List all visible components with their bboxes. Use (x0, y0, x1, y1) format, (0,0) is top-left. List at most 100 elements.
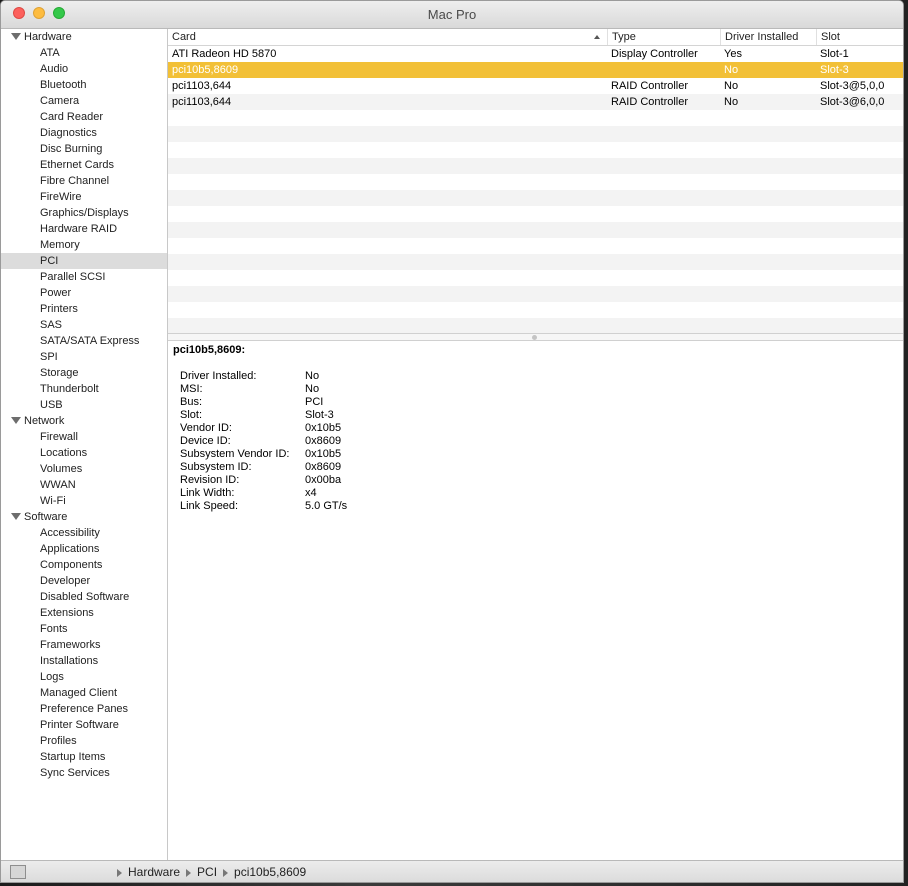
disclosure-triangle-icon[interactable] (11, 417, 21, 424)
sidebar-item-ethernet-cards[interactable]: Ethernet Cards (1, 157, 167, 173)
sidebar-item-printers[interactable]: Printers (1, 301, 167, 317)
empty-table-row (168, 190, 903, 206)
sidebar-item-spi[interactable]: SPI (1, 349, 167, 365)
sidebar-item-ata[interactable]: ATA (1, 45, 167, 61)
sidebar-item-power[interactable]: Power (1, 285, 167, 301)
sidebar-item-firewire[interactable]: FireWire (1, 189, 167, 205)
sidebar-toggle-icon[interactable] (10, 865, 26, 879)
property-row-revision-id: Revision ID: 0x00ba (180, 474, 347, 487)
split-view-divider[interactable] (168, 333, 903, 341)
property-key: Subsystem Vendor ID: (180, 448, 290, 460)
column-header-slot[interactable]: Slot (816, 29, 903, 45)
property-value: x4 (305, 487, 317, 499)
property-row-device-id: Device ID: 0x8609 (180, 435, 347, 448)
table-row[interactable]: pci1103,644 RAID Controller No Slot-3@5,0,0 (168, 78, 903, 94)
sidebar-item-printer-software[interactable]: Printer Software (1, 717, 167, 733)
table-row[interactable]: pci1103,644 RAID Controller No Slot-3@6,0,0 (168, 94, 903, 110)
property-row-bus: Bus: PCI (180, 396, 347, 409)
sidebar-item-startup-items[interactable]: Startup Items (1, 749, 167, 765)
sidebar-item-fonts[interactable]: Fonts (1, 621, 167, 637)
disclosure-triangle-icon[interactable] (11, 513, 21, 520)
sort-ascending-icon (594, 35, 600, 39)
sidebar-item-sas[interactable]: SAS (1, 317, 167, 333)
sidebar-group-hardware[interactable]: Hardware (1, 29, 167, 45)
empty-table-row (168, 318, 903, 334)
sidebar-item-volumes[interactable]: Volumes (1, 461, 167, 477)
sidebar-group-software[interactable]: Software (1, 509, 167, 525)
sidebar-item-hardware-raid[interactable]: Hardware RAID (1, 221, 167, 237)
sidebar-item-preference-panes[interactable]: Preference Panes (1, 701, 167, 717)
disclosure-triangle-icon[interactable] (11, 33, 21, 40)
sidebar-item-locations[interactable]: Locations (1, 445, 167, 461)
breadcrumb-item-hardware[interactable]: Hardware (128, 865, 180, 879)
breadcrumb: Hardware PCI pci10b5,8609 (117, 865, 312, 879)
property-key: Vendor ID: (180, 422, 232, 434)
window-title: Mac Pro (427, 7, 477, 22)
table-header: Card Type Driver Installed Slot (168, 29, 903, 46)
card-cell: ATI Radeon HD 5870 (172, 48, 277, 60)
sidebar-item-logs[interactable]: Logs (1, 669, 167, 685)
sidebar-item-components[interactable]: Components (1, 557, 167, 573)
sidebar-item-profiles[interactable]: Profiles (1, 733, 167, 749)
sidebar-item-card-reader[interactable]: Card Reader (1, 109, 167, 125)
sidebar-item-disc-burning[interactable]: Disc Burning (1, 141, 167, 157)
column-header-card[interactable]: Card (168, 29, 607, 45)
property-row-subsystem-id: Subsystem ID: 0x8609 (180, 461, 347, 474)
property-row-msi: MSI: No (180, 383, 347, 396)
system-information-window: Mac Pro Hardware ATA Audio Bluetooth Camera C… (0, 0, 904, 883)
divider-handle-icon[interactable] (532, 335, 537, 340)
sidebar-item-parallel-scsi[interactable]: Parallel SCSI (1, 269, 167, 285)
property-list: Driver Installed: No MSI: No Bus: PCI Slot: Slo… (180, 370, 347, 513)
path-bar: Hardware PCI pci10b5,8609 (1, 860, 903, 882)
property-value: 0x10b5 (305, 448, 342, 460)
empty-table-row (168, 286, 903, 302)
sidebar-item-memory[interactable]: Memory (1, 237, 167, 253)
sidebar-item-fibre-channel[interactable]: Fibre Channel (1, 173, 167, 189)
sidebar-item-disabled-software[interactable]: Disabled Software (1, 589, 167, 605)
sidebar-item-extensions[interactable]: Extensions (1, 605, 167, 621)
sidebar-group-network[interactable]: Network (1, 413, 167, 429)
sidebar-item-audio[interactable]: Audio (1, 61, 167, 77)
type-cell: RAID Controller (611, 96, 689, 108)
sidebar-item-firewall[interactable]: Firewall (1, 429, 167, 445)
property-key: Slot: (180, 409, 203, 421)
sidebar-item-usb[interactable]: USB (1, 397, 167, 413)
column-header-type[interactable]: Type (607, 29, 720, 45)
driver-installed-cell: Yes (724, 48, 742, 60)
sidebar-item-wwan[interactable]: WWAN (1, 477, 167, 493)
sidebar-item-camera[interactable]: Camera (1, 93, 167, 109)
property-value: PCI (305, 396, 324, 408)
empty-table-row (168, 302, 903, 318)
column-header-driver-installed[interactable]: Driver Installed (720, 29, 816, 45)
driver-installed-cell: No (724, 96, 739, 108)
property-value: 0x10b5 (305, 422, 342, 434)
sidebar-item-graphics-displays[interactable]: Graphics/Displays (1, 205, 167, 221)
sidebar-item-pci[interactable]: PCI (1, 253, 167, 269)
sidebar-item-wi-fi[interactable]: Wi-Fi (1, 493, 167, 509)
table-row[interactable]: ATI Radeon HD 5870 Display Controller Yes S… (168, 46, 903, 62)
sidebar-item-storage[interactable]: Storage (1, 365, 167, 381)
driver-installed-cell: No (724, 64, 739, 76)
sidebar-item-installations[interactable]: Installations (1, 653, 167, 669)
sidebar-item-sata-sata-express[interactable]: SATA/SATA Express (1, 333, 167, 349)
breadcrumb-item-pci[interactable]: PCI (197, 865, 217, 879)
sidebar-item-managed-client[interactable]: Managed Client (1, 685, 167, 701)
sidebar-item-applications[interactable]: Applications (1, 541, 167, 557)
breadcrumb-item-pci10b5-8609[interactable]: pci10b5,8609 (234, 865, 306, 879)
sidebar-item-developer[interactable]: Developer (1, 573, 167, 589)
property-key: Revision ID: (180, 474, 240, 486)
property-value: 5.0 GT/s (305, 500, 348, 512)
sidebar-item-sync-services[interactable]: Sync Services (1, 765, 167, 781)
card-cell: pci10b5,8609 (172, 64, 239, 76)
sidebar-item-diagnostics[interactable]: Diagnostics (1, 125, 167, 141)
property-row-slot: Slot: Slot-3 (180, 409, 347, 422)
sidebar-item-accessibility[interactable]: Accessibility (1, 525, 167, 541)
empty-table-row (168, 254, 903, 270)
property-row-link-speed: Link Speed: 5.0 GT/s (180, 500, 347, 513)
breadcrumb-arrow-icon (117, 868, 122, 877)
sidebar-item-bluetooth[interactable]: Bluetooth (1, 77, 167, 93)
title-bar[interactable]: Mac Pro (1, 1, 903, 29)
sidebar-item-thunderbolt[interactable]: Thunderbolt (1, 381, 167, 397)
sidebar-item-frameworks[interactable]: Frameworks (1, 637, 167, 653)
table-row[interactable]: pci10b5,8609 No Slot-3 (168, 62, 903, 78)
